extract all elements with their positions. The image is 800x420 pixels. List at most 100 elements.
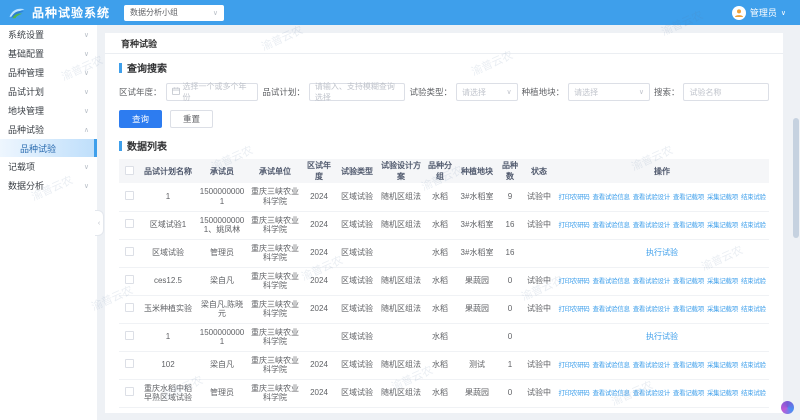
row-checkbox[interactable] <box>125 303 134 312</box>
chevron-down-icon: ∨ <box>84 88 89 96</box>
action-link-execute[interactable]: 执行试验 <box>646 332 678 341</box>
action-link[interactable]: 打印农研码 <box>559 306 590 313</box>
reset-button[interactable]: 重置 <box>170 110 213 128</box>
action-link[interactable]: 查看记载项 <box>673 278 704 285</box>
page-scrollbar[interactable] <box>793 33 799 413</box>
cell-group: 水稻 <box>423 211 457 239</box>
tab-bar: 育种试验 <box>105 33 783 54</box>
sidebar-subitem-active[interactable]: 品种试验 <box>0 139 97 157</box>
action-link[interactable]: 结束试验 <box>741 362 766 369</box>
action-link[interactable]: 查看记载项 <box>673 306 704 313</box>
cell-actions: 打印农研码查看试验信息查看试验设计查看记载项采集记载项结束试验 <box>555 351 769 379</box>
action-link[interactable]: 采集记载项 <box>707 390 738 397</box>
sidebar-item-4[interactable]: 品试计划∨ <box>0 82 97 101</box>
action-link[interactable]: 查看试验信息 <box>593 278 630 285</box>
row-checkbox[interactable] <box>125 219 134 228</box>
sidebar-item-5[interactable]: 地块管理∨ <box>0 101 97 120</box>
action-link[interactable]: 查看试验信息 <box>593 306 630 313</box>
action-link[interactable]: 打印农研码 <box>559 362 590 369</box>
action-link[interactable]: 查看试验设计 <box>633 222 670 229</box>
action-link[interactable]: 查看试验信息 <box>593 362 630 369</box>
action-link[interactable]: 结束试验 <box>741 194 766 201</box>
row-checkbox[interactable] <box>125 275 134 284</box>
team-select-dropdown[interactable]: 数据分析小组 ∨ <box>124 5 224 21</box>
search-field-label: 区试年度： <box>119 86 162 98</box>
scrollbar-thumb[interactable] <box>793 118 799 238</box>
action-link[interactable]: 结束试验 <box>741 306 766 313</box>
cell-actions: 打印农研码查看试验信息查看试验设计查看记载项采集记载项结束试验 <box>555 379 769 407</box>
action-link[interactable]: 打印农研码 <box>559 194 590 201</box>
row-select-cell <box>119 379 139 407</box>
sidebar-item-3[interactable]: 品种管理∨ <box>0 63 97 82</box>
action-link[interactable]: 采集记载项 <box>707 194 738 201</box>
sidebar-item-2[interactable]: 基础配置 ∨ <box>0 44 97 63</box>
row-checkbox[interactable] <box>125 387 134 396</box>
action-link[interactable]: 查看试验信息 <box>593 390 630 397</box>
action-link[interactable]: 采集记载项 <box>707 306 738 313</box>
action-link[interactable]: 查看试验设计 <box>633 278 670 285</box>
cell-name: 1 <box>139 183 197 211</box>
action-link[interactable]: 查看记载项 <box>673 362 704 369</box>
row-checkbox[interactable] <box>125 191 134 200</box>
sidebar-item-label: 系统设置 <box>8 28 44 41</box>
chevron-down-icon: ∨ <box>84 50 89 58</box>
cell-type: 区域试验 <box>335 295 379 323</box>
query-button[interactable]: 查询 <box>119 110 162 128</box>
cell-count: 16 <box>497 239 523 267</box>
action-link[interactable]: 查看记载项 <box>673 390 704 397</box>
sidebar-item-6[interactable]: 品种试验∧ <box>0 120 97 139</box>
cell-tester: 管理员 <box>197 379 247 407</box>
cell-status: 试验中 <box>523 183 555 211</box>
row-select-cell <box>119 183 139 211</box>
sidebar-item-label: 地块管理 <box>8 104 44 117</box>
action-link[interactable]: 采集记载项 <box>707 362 738 369</box>
tab-breeding-trial[interactable]: 育种试验 <box>121 37 157 50</box>
sidebar-item-label: 基础配置 <box>8 47 44 60</box>
action-link[interactable]: 打印农研码 <box>559 278 590 285</box>
select-all-checkbox[interactable] <box>125 166 134 175</box>
cell-org: 重庆三峡农业科学院 <box>247 239 303 267</box>
action-link[interactable]: 打印农研码 <box>559 390 590 397</box>
action-link[interactable]: 查看试验设计 <box>633 194 670 201</box>
action-link[interactable]: 查看试验信息 <box>593 194 630 201</box>
action-link[interactable]: 结束试验 <box>741 390 766 397</box>
action-link[interactable]: 查看试验设计 <box>633 390 670 397</box>
search-section-title: 查询搜索 <box>127 60 167 75</box>
sidebar-item-1[interactable]: 系统设置∨ <box>0 25 97 44</box>
sidebar-item-7[interactable]: 记载项∨ <box>0 157 97 176</box>
sidebar-item-label: 记载项 <box>8 160 35 173</box>
cell-plot: 3#水稻室 <box>457 211 497 239</box>
action-link[interactable]: 查看试验设计 <box>633 362 670 369</box>
cell-org: 重庆三峡农业科学院 <box>247 211 303 239</box>
table-row: ces12.5梁自凡重庆三峡农业科学院2024区域试验随机区组法水稻果蔬园0试验… <box>119 267 769 295</box>
search-input-1[interactable]: 选择一个或多个年份 <box>166 83 259 101</box>
action-link[interactable]: 结束试验 <box>741 222 766 229</box>
chevron-down-icon: ∨ <box>506 88 511 96</box>
search-input-5[interactable]: 试验名称 <box>683 83 769 101</box>
sidebar-items: 系统设置∨基础配置∨品种管理∨品试计划∨地块管理∨品种试验∧品种试验记载项∨数据… <box>0 25 97 195</box>
search-input-2[interactable]: 请输入、支持模糊查询选择 <box>309 83 406 101</box>
action-link[interactable]: 查看记载项 <box>673 194 704 201</box>
action-link[interactable]: 查看记载项 <box>673 222 704 229</box>
select-all-header <box>119 159 139 183</box>
search-select-3[interactable]: 请选择∨ <box>456 83 518 101</box>
row-checkbox[interactable] <box>125 331 134 340</box>
cell-design: 随机区组法 <box>379 295 423 323</box>
user-menu[interactable]: 管理员 ∨ <box>732 6 786 20</box>
cell-year: 2024 <box>303 379 335 407</box>
action-link[interactable]: 采集记载项 <box>707 278 738 285</box>
row-checkbox[interactable] <box>125 247 134 256</box>
row-checkbox[interactable] <box>125 359 134 368</box>
action-link[interactable]: 查看试验信息 <box>593 222 630 229</box>
floating-widget-button[interactable] <box>781 401 794 414</box>
action-link-execute[interactable]: 执行试验 <box>646 248 678 257</box>
sidebar-item-8[interactable]: 数据分析∨ <box>0 176 97 195</box>
action-link[interactable]: 结束试验 <box>741 278 766 285</box>
sidebar-collapse-handle[interactable]: ‹ <box>95 210 104 236</box>
search-select-4[interactable]: 请选择∨ <box>568 83 650 101</box>
search-section: 查询搜索 区试年度：选择一个或多个年份品试计划：请输入、支持模糊查询选择试验类型… <box>105 54 783 128</box>
action-link[interactable]: 打印农研码 <box>559 222 590 229</box>
action-link[interactable]: 采集记载项 <box>707 222 738 229</box>
action-link[interactable]: 查看试验设计 <box>633 306 670 313</box>
cell-design <box>379 239 423 267</box>
